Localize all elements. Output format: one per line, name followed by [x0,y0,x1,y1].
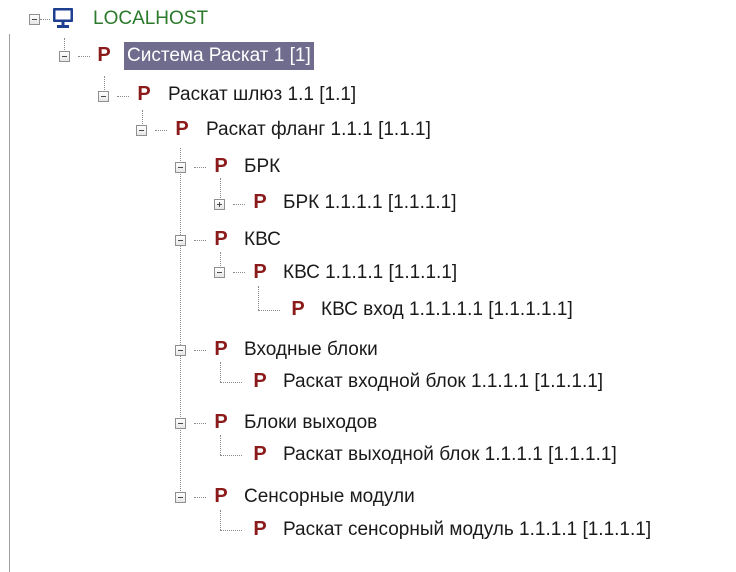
tree-node-output-block[interactable]: Раскат выходной блок 1.1.1.1 [1.1.1.1] [280,441,620,469]
tree-expander-kvs-group[interactable] [175,235,186,246]
tree-connector [220,435,221,455]
raskat-device-icon: P [253,191,267,213]
raskat-device-icon: P [97,44,111,66]
tree-connector [194,497,206,498]
tree-connector [194,423,206,424]
tree-node-system[interactable]: Система Раскат 1 [1] [124,42,314,70]
tree-expander-output-blocks[interactable] [175,418,186,429]
raskat-device-icon: P [253,443,267,465]
tree-node-output-blocks[interactable]: Блоки выходов [241,409,380,437]
raskat-device-icon: P [253,261,267,283]
tree-connector [117,96,129,97]
computer-icon [53,8,73,28]
tree-connector [220,178,221,200]
tree-connector [220,362,221,382]
tree-connector [220,530,242,531]
tree-expander-brk-group[interactable] [175,162,186,173]
tree-expander-gateway[interactable] [98,91,109,102]
raskat-device-icon: P [214,228,228,250]
tree-left-border [9,34,10,572]
tree-connector [233,272,245,273]
tree-node-kvs[interactable]: КВС 1.1.1.1 [1.1.1.1] [280,259,460,287]
raskat-device-icon: P [291,298,305,320]
tree-connector [258,286,259,310]
tree-connector [220,510,221,530]
raskat-device-icon: P [214,411,228,433]
tree-connector [258,310,280,311]
tree-connector [220,382,242,383]
raskat-device-icon: P [214,155,228,177]
tree-node-brk[interactable]: БРК 1.1.1.1 [1.1.1.1] [280,189,460,217]
tree-connector [155,130,167,131]
tree-expander-system[interactable] [59,51,70,62]
raskat-device-icon: P [137,83,151,105]
tree-expander-sensor-modules[interactable] [175,492,186,503]
tree-connector [194,167,206,168]
tree-node-input-block[interactable]: Раскат входной блок 1.1.1.1 [1.1.1.1] [280,368,606,396]
tree-connector [194,240,206,241]
raskat-device-icon: P [253,518,267,540]
tree-node-brk-group[interactable]: БРК [241,153,283,181]
tree-expander-kvs[interactable] [214,267,225,278]
tree-node-input-blocks[interactable]: Входные блоки [241,336,381,364]
raskat-device-icon: P [214,485,228,507]
tree-node-kvs-input[interactable]: КВС вход 1.1.1.1.1 [1.1.1.1.1] [318,296,576,324]
raskat-device-icon: P [175,118,189,140]
tree-connector [180,148,181,493]
tree-connector [78,56,90,57]
tree-expander-localhost[interactable] [29,14,40,25]
tree-expander-flank[interactable] [136,125,147,136]
tree-node-sensor-modules[interactable]: Сенсорные модули [241,483,418,511]
tree-connector [104,76,105,92]
tree-node-sensor-module[interactable]: Раскат сенсорный модуль 1.1.1.1 [1.1.1.1… [280,516,654,544]
tree-connector [233,204,245,205]
raskat-device-icon: P [214,338,228,360]
tree-expander-input-blocks[interactable] [175,345,186,356]
tree-node-gateway[interactable]: Раскат шлюз 1.1 [1.1] [165,81,359,109]
tree-expander-brk[interactable] [214,199,225,210]
tree-connector [194,350,206,351]
tree-connector [40,19,50,20]
device-tree: LOCALHOST P Система Раскат 1 [1] P Раска… [0,0,736,572]
tree-node-localhost[interactable]: LOCALHOST [90,5,211,33]
raskat-device-icon: P [253,370,267,392]
tree-node-flank[interactable]: Раскат фланг 1.1.1 [1.1.1] [203,116,434,144]
tree-node-kvs-group[interactable]: КВС [241,226,284,254]
tree-connector [220,455,242,456]
